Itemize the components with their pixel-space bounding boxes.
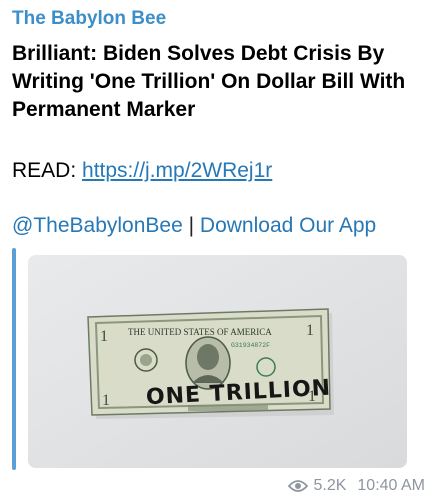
- read-line: READ: https://j.mp/2WRej1r: [12, 157, 272, 185]
- bill-bottom-banner: [188, 405, 268, 411]
- read-link[interactable]: https://j.mp/2WRej1r: [82, 159, 272, 182]
- download-app-link[interactable]: Download Our App: [200, 214, 376, 237]
- bill-numeral-tl: 1: [100, 328, 108, 345]
- bill-header: THE UNITED STATES OF AMERICA: [128, 327, 272, 337]
- read-label: READ:: [12, 159, 77, 182]
- link-preview-bar: [12, 248, 16, 470]
- promo-separator: |: [188, 214, 195, 237]
- eye-icon: [288, 480, 309, 492]
- preview-image[interactable]: 1 1 1 1 THE UNITED STATES OF AMERICA G31…: [28, 255, 407, 468]
- channel-name[interactable]: The Babylon Bee: [12, 8, 166, 30]
- post-time: 10:40 AM: [357, 477, 425, 494]
- bill-numeral-tr: 1: [306, 322, 314, 339]
- post-meta: 5.2K 10:40 AM: [288, 477, 425, 495]
- handle-link[interactable]: @TheBabylonBee: [12, 214, 183, 237]
- bill-serial: G31934872F: [231, 342, 270, 349]
- promo-line: @TheBabylonBee | Download Our App: [12, 212, 376, 240]
- bill-numeral-bl: 1: [102, 392, 110, 409]
- view-count: 5.2K: [313, 477, 347, 494]
- post-headline: Brilliant: Biden Solves Debt Crisis By W…: [12, 42, 406, 121]
